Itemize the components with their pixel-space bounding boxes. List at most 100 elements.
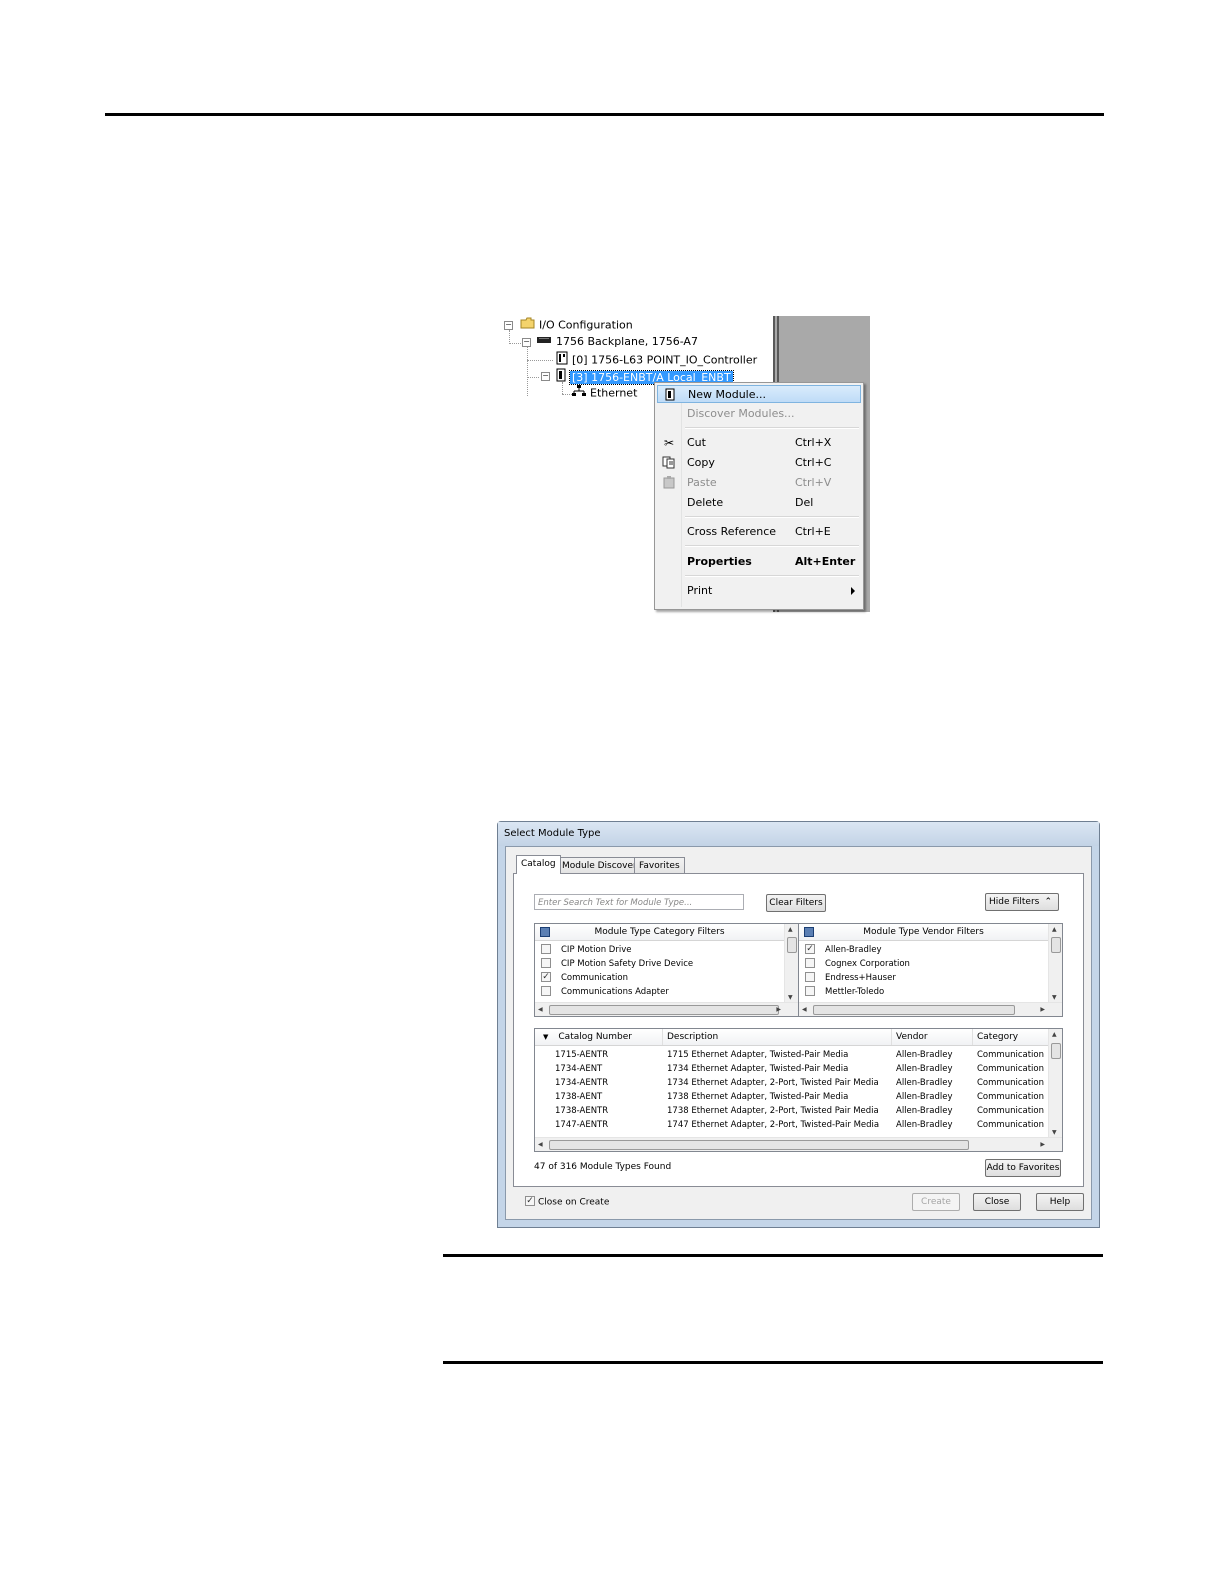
top-rule (105, 113, 1104, 116)
list-item[interactable]: Endress+Hauser (805, 971, 896, 985)
column-header-label: Description (667, 1032, 719, 1042)
close-on-create-option[interactable]: ✓ Close on Create (525, 1196, 609, 1208)
vertical-scrollbar[interactable]: ▲ ▼ (1048, 1029, 1062, 1138)
tree-item-controller[interactable]: [0] 1756-L63 POINT_IO_Controller (556, 351, 757, 367)
column-header-catalog-number[interactable]: ▼ Catalog Number (535, 1029, 663, 1045)
checkbox-checked[interactable]: ✓ (805, 943, 815, 954)
list-item[interactable]: CIP Motion Drive (541, 943, 631, 957)
select-all-categories-checkbox[interactable] (540, 927, 550, 937)
tree-item-ethernet[interactable]: Ethernet (572, 385, 637, 401)
vertical-scrollbar[interactable]: ▲ ▼ (784, 924, 798, 1003)
menu-item-cross-reference[interactable]: Cross Reference Ctrl+E (657, 523, 861, 541)
folder-icon (520, 317, 535, 334)
table-cell: 1715-AENTR (555, 1050, 609, 1060)
horizontal-scrollbar[interactable]: ◀ ▶ (535, 1002, 798, 1016)
list-item[interactable]: Cognex Corporation (805, 957, 910, 971)
list-item[interactable]: CIP Motion Safety Drive Device (541, 957, 693, 971)
table-row[interactable]: 1734-AENT 1734 Ethernet Adapter, Twisted-… (535, 1062, 1048, 1076)
tab-catalog[interactable]: Catalog (516, 855, 561, 874)
horizontal-scrollbar[interactable]: ◀ ▶ (799, 1002, 1062, 1016)
table-row[interactable]: 1738-AENTR 1738 Ethernet Adapter, 2-Port,… (535, 1104, 1048, 1118)
collapse-io-config-toggle[interactable]: − (504, 321, 513, 330)
dialog-titlebar[interactable]: Select Module Type (498, 822, 1099, 846)
menu-item-paste[interactable]: Paste Ctrl+V (657, 474, 861, 492)
collapse-backplane-toggle[interactable]: − (522, 338, 531, 347)
dialog-client-area: Catalog Module Discovery Favorites Enter… (505, 846, 1092, 1220)
checkbox[interactable] (805, 971, 815, 982)
checkbox-checked[interactable]: ✓ (541, 971, 551, 982)
checkbox[interactable] (541, 957, 551, 968)
select-all-vendors-checkbox[interactable] (804, 927, 814, 937)
list-item[interactable]: Mettler-Toledo (805, 985, 884, 999)
hide-filters-button[interactable]: Hide Filters ⌃ (985, 893, 1059, 911)
table-cell: Allen-Bradley (896, 1064, 953, 1074)
menu-item-label: Delete (687, 496, 724, 509)
column-header-category[interactable]: Category (973, 1029, 1048, 1045)
io-configuration-screenshot: − − − I/O Configuration 1756 Backplane, … (496, 316, 870, 612)
vendor-filters-list[interactable]: Module Type Vendor Filters ✓ Allen-Bradle… (798, 923, 1063, 1017)
menu-item-discover-modules[interactable]: Discover Modules... (657, 405, 861, 423)
create-button[interactable]: Create (912, 1193, 960, 1211)
table-cell: 1738-AENT (555, 1092, 603, 1102)
table-cell: Allen-Bradley (896, 1106, 953, 1116)
tree-item-label: [0] 1756-L63 POINT_IO_Controller (572, 353, 758, 367)
tree-item-backplane[interactable]: 1756 Backplane, 1756-A7 (536, 334, 698, 350)
close-on-create-checkbox[interactable]: ✓ (525, 1196, 535, 1206)
table-cell: Communication (977, 1106, 1044, 1116)
tree-item-label: Ethernet (590, 386, 638, 400)
vertical-scrollbar[interactable]: ▲ ▼ (1048, 924, 1062, 1003)
horizontal-scrollbar[interactable]: ◀ ▶ (535, 1137, 1062, 1151)
sort-down-icon: ▼ (543, 1033, 549, 1041)
backplane-icon (536, 334, 552, 350)
tab-favorites[interactable]: Favorites (634, 857, 685, 874)
search-input[interactable]: Enter Search Text for Module Type... (534, 894, 744, 910)
menu-item-delete[interactable]: Delete Del (657, 494, 861, 512)
menu-item-new-module[interactable]: New Module... (657, 385, 861, 403)
collapse-enbt-toggle[interactable]: − (541, 372, 550, 381)
table-row[interactable]: 1738-AENT 1738 Ethernet Adapter, Twisted-… (535, 1090, 1048, 1104)
menu-item-label: Print (687, 584, 713, 597)
tree-item-label: 1756 Backplane, 1756-A7 (556, 335, 698, 348)
menu-item-shortcut: Ctrl+C (795, 456, 832, 469)
table-cell: 1734 Ethernet Adapter, 2-Port, Twisted P… (667, 1078, 879, 1088)
close-button[interactable]: Close (973, 1193, 1021, 1211)
tree-item-io-configuration[interactable]: I/O Configuration (520, 317, 633, 333)
column-header-label: Vendor (896, 1032, 928, 1042)
table-cell: 1738-AENTR (555, 1106, 609, 1116)
paste-icon (662, 476, 676, 490)
button-label: Help (1049, 1197, 1071, 1207)
menu-item-label: Properties (687, 555, 752, 568)
menu-item-properties[interactable]: Properties Alt+Enter (657, 553, 861, 571)
menu-item-print[interactable]: Print (657, 582, 861, 600)
list-item[interactable]: Communications Adapter (541, 985, 669, 999)
button-label: Clear Filters (769, 898, 823, 908)
header-label: Module Type Category Filters (594, 927, 725, 937)
checkbox[interactable] (541, 985, 551, 996)
category-filters-list[interactable]: Module Type Category Filters CIP Motion … (534, 923, 799, 1017)
table-row[interactable]: 1715-AENTR 1715 Ethernet Adapter, Twisted… (535, 1048, 1048, 1062)
menu-item-label: New Module... (688, 388, 766, 401)
column-header-vendor[interactable]: Vendor (892, 1029, 973, 1045)
help-button[interactable]: Help (1036, 1193, 1084, 1211)
checkbox[interactable] (805, 957, 815, 968)
header-label: Module Type Vendor Filters (863, 927, 984, 937)
menu-item-copy[interactable]: Copy Ctrl+C (657, 454, 861, 472)
found-count-text: 47 of 316 Module Types Found (534, 1162, 672, 1172)
note-top-rule (443, 1254, 1103, 1257)
column-header-description[interactable]: Description (663, 1029, 892, 1045)
table-cell: 1734-AENTR (555, 1078, 609, 1088)
table-row[interactable]: 1734-AENTR 1734 Ethernet Adapter, 2-Port,… (535, 1076, 1048, 1090)
list-item[interactable]: ✓ Communication (541, 971, 628, 985)
checkbox[interactable] (541, 943, 551, 954)
table-row[interactable]: 1747-AENTR 1747 Ethernet Adapter, 2-Port,… (535, 1118, 1048, 1132)
add-to-favorites-button[interactable]: Add to Favorites (985, 1159, 1061, 1177)
table-header: ▼ Catalog Number Description Vendor Categ… (535, 1029, 1048, 1046)
module-types-table[interactable]: ▼ Catalog Number Description Vendor Categ… (534, 1028, 1063, 1152)
menu-item-cut[interactable]: ✂ Cut Ctrl+X (657, 434, 861, 452)
clear-filters-button[interactable]: Clear Filters (766, 894, 826, 912)
table-cell: 1715 Ethernet Adapter, Twisted-Pair Medi… (667, 1050, 849, 1060)
button-label: Close (984, 1197, 1010, 1207)
list-item[interactable]: ✓ Allen-Bradley (805, 943, 881, 957)
table-cell: 1734-AENT (555, 1064, 603, 1074)
checkbox[interactable] (805, 985, 815, 996)
